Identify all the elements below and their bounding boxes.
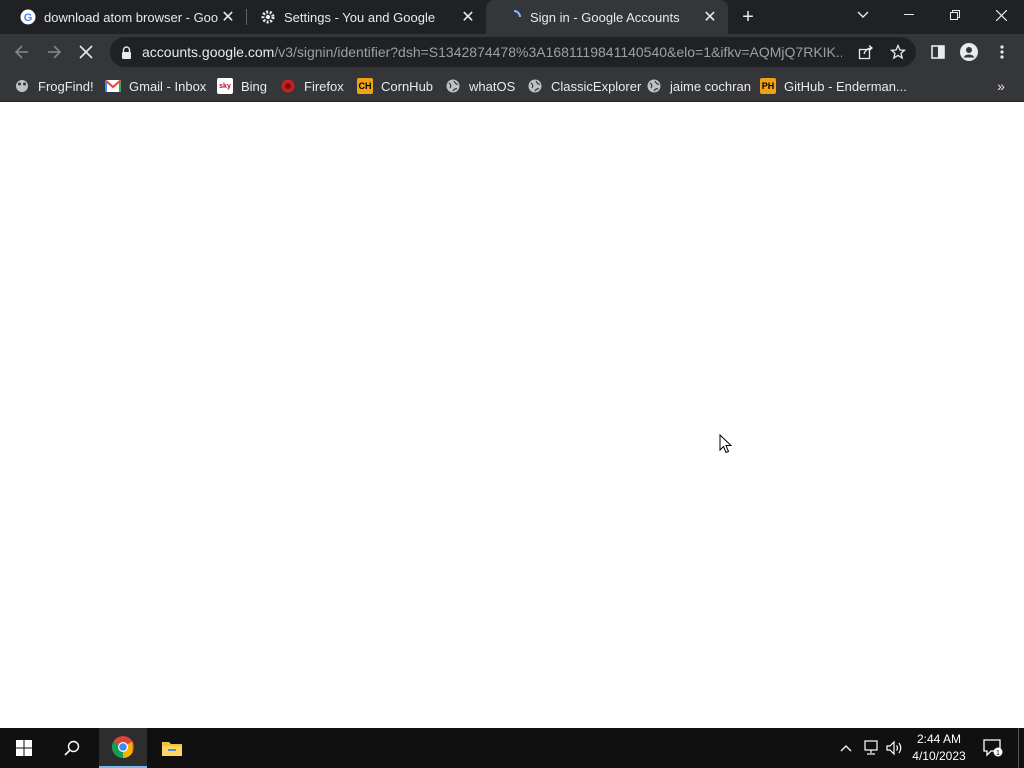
restore-icon[interactable] — [932, 0, 978, 30]
address-bar[interactable]: accounts.google.com/v3/signin/identifier… — [110, 37, 916, 67]
bookmark-gmail[interactable]: Gmail - Inbox — [105, 75, 206, 97]
network-icon[interactable] — [860, 728, 882, 768]
bookmark-label: Firefox — [304, 78, 344, 94]
ph-icon: PH — [760, 78, 776, 94]
gear-icon — [260, 9, 276, 25]
forward-icon[interactable] — [40, 38, 68, 66]
close-tab-icon[interactable]: ✕ — [218, 7, 238, 27]
google-g-icon: G — [20, 9, 36, 25]
file-explorer-icon[interactable] — [148, 728, 196, 768]
bookmark-label: FrogFind! — [38, 78, 94, 94]
tab-strip: G download atom browser - Google Search … — [0, 0, 1024, 34]
notification-center-icon[interactable]: 1 — [980, 728, 1006, 768]
side-panel-icon[interactable] — [928, 42, 948, 62]
url-path: /v3/signin/identifier?dsh=S1342874478%3A… — [274, 44, 842, 60]
bookmark-bing[interactable]: sky Bing — [217, 75, 267, 97]
tab-title: download atom browser - Google Search — [44, 9, 218, 25]
tab-sign-in[interactable]: Sign in - Google Accounts ✕ — [486, 0, 728, 34]
bookmark-label: Gmail - Inbox — [129, 78, 207, 94]
windows-start-icon[interactable] — [0, 728, 48, 768]
show-hidden-icons-chevron-icon[interactable] — [836, 728, 856, 768]
bookmark-label: GitHub - Enderman... — [784, 78, 907, 94]
clock-time: 2:44 AM — [916, 732, 962, 746]
url-host: accounts.google.com — [142, 44, 275, 60]
bookmark-label: CornHub — [381, 78, 434, 94]
bookmark-label: whatOS — [469, 78, 516, 94]
close-tab-icon[interactable]: ✕ — [700, 7, 720, 27]
gmail-icon — [105, 78, 121, 94]
new-tab-icon[interactable]: + — [737, 6, 759, 28]
notification-count: 1 — [996, 750, 1000, 757]
close-tab-icon[interactable]: ✕ — [458, 7, 478, 27]
volume-icon[interactable] — [884, 728, 906, 768]
url-text: accounts.google.com/v3/signin/identifier… — [142, 44, 842, 60]
tab-title: Settings - You and Google — [284, 9, 436, 25]
stop-loading-icon[interactable] — [72, 38, 100, 66]
windows-taskbar: 2:44 AM 4/10/2023 1 — [0, 728, 1024, 768]
search-icon[interactable] — [48, 728, 96, 768]
minimize-icon[interactable] — [886, 0, 932, 30]
tab-google-search[interactable]: G download atom browser - Google Search … — [0, 0, 246, 34]
bookmark-label: jaime cochran — [670, 78, 751, 94]
lock-icon[interactable] — [120, 45, 132, 59]
close-icon[interactable] — [978, 0, 1024, 30]
tab-settings[interactable]: Settings - You and Google ✕ — [240, 0, 486, 34]
profile-avatar-icon[interactable] — [959, 42, 979, 62]
loading-spinner-icon — [506, 9, 522, 25]
tab-search-icon[interactable] — [840, 0, 886, 30]
bookmark-whatos[interactable]: whatOS — [445, 75, 515, 97]
bookmark-firefox[interactable]: Firefox — [280, 75, 344, 97]
sky-icon: sky — [217, 78, 233, 94]
svg-text:G: G — [24, 12, 33, 24]
tab-title: Sign in - Google Accounts — [530, 9, 680, 25]
bookmark-label: Bing — [241, 78, 268, 94]
clock-date: 4/10/2023 — [912, 749, 966, 763]
bookmark-classicexplorer[interactable]: ClassicExplorer — [527, 75, 641, 97]
bookmark-star-icon[interactable] — [889, 43, 907, 61]
firefox-icon — [280, 78, 296, 94]
taskbar-clock[interactable]: 2:44 AM 4/10/2023 — [905, 731, 973, 765]
chrome-taskbar-icon[interactable] — [99, 728, 147, 768]
frog-icon — [14, 78, 30, 94]
bookmarks-overflow-icon[interactable]: » — [990, 75, 1012, 97]
ch-icon: CH — [357, 78, 373, 94]
browser-toolbar: accounts.google.com/v3/signin/identifier… — [0, 34, 1024, 70]
bookmark-jaime-cochran[interactable]: jaime cochran — [646, 75, 751, 97]
back-icon[interactable] — [8, 38, 36, 66]
bookmarks-bar: FrogFind! Gmail - Inbox sky Bing Firefox… — [0, 70, 1024, 102]
globe-icon — [527, 78, 543, 94]
page-content[interactable] — [0, 102, 1024, 728]
bookmark-label: ClassicExplorer — [551, 78, 642, 94]
kebab-menu-icon[interactable] — [992, 42, 1012, 62]
globe-icon — [445, 78, 461, 94]
bookmark-frogfind[interactable]: FrogFind! — [14, 75, 94, 97]
share-icon[interactable] — [857, 43, 875, 61]
show-desktop-divider[interactable] — [1018, 728, 1019, 768]
bookmark-github-enderman[interactable]: PH GitHub - Enderman... — [760, 75, 907, 97]
mouse-cursor-icon — [719, 434, 733, 454]
globe-icon — [646, 78, 662, 94]
bookmark-cornhub[interactable]: CH CornHub — [357, 75, 433, 97]
